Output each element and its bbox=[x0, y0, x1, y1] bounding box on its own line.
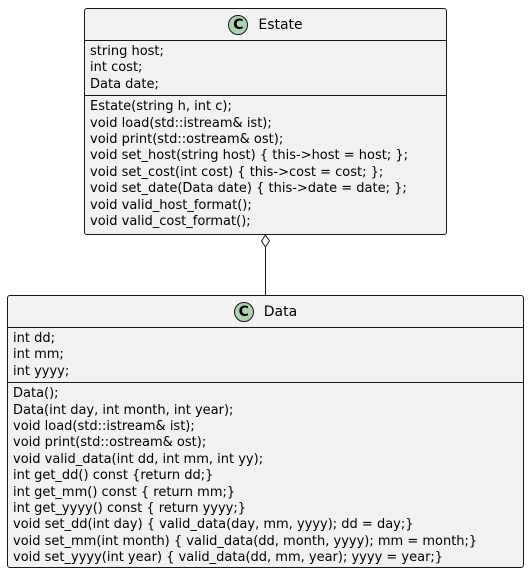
method: void set_yyyy(int year) { valid_data(dd,… bbox=[13, 550, 444, 566]
method: void set_cost(int cost) { this->cost = c… bbox=[90, 164, 384, 180]
methods-section: Data(); Data(int day, int month, int yea… bbox=[8, 383, 523, 568]
field: int yyyy; bbox=[13, 363, 70, 379]
class-name: Estate bbox=[258, 16, 303, 33]
class-header: C Estate bbox=[85, 9, 446, 41]
method: void set_host(string host) { this->host … bbox=[90, 148, 409, 164]
method: void set_dd(int day) { valid_data(day, m… bbox=[13, 517, 414, 533]
methods-section: Estate(string h, int c); void load(std::… bbox=[85, 96, 446, 232]
class-stereotype-icon: C bbox=[233, 301, 254, 322]
class-estate[interactable]: C Estate string host; int cost; Data dat… bbox=[84, 8, 447, 235]
class-stereotype-icon: C bbox=[228, 14, 249, 35]
field: Data date; bbox=[90, 76, 159, 92]
field: int dd; bbox=[13, 331, 55, 346]
class-name: Data bbox=[263, 303, 298, 320]
method: void print(std::ostream& ost); bbox=[13, 435, 207, 451]
field: string host; bbox=[90, 44, 164, 59]
method: int get_dd() const {return dd;} bbox=[13, 468, 214, 484]
method: void valid_host_format(); bbox=[90, 197, 252, 213]
method: int get_yyyy() const { return yyyy;} bbox=[13, 501, 247, 517]
method: void print(std::ostream& ost); bbox=[90, 132, 284, 148]
field: int cost; bbox=[90, 60, 143, 76]
method: Estate(string h, int c); bbox=[90, 99, 232, 115]
method: void valid_data(int dd, int mm, int yy); bbox=[13, 451, 264, 467]
method: Data(int day, int month, int year); bbox=[13, 402, 234, 418]
field: int mm; bbox=[13, 347, 64, 363]
fields-section: int dd; int mm; int yyyy; bbox=[8, 328, 523, 384]
class-header: C Data bbox=[8, 296, 523, 328]
aggregation-diamond bbox=[260, 234, 271, 248]
method: void load(std::istream& ist); bbox=[90, 115, 272, 131]
method: void load(std::istream& ist); bbox=[13, 419, 195, 435]
method: void valid_cost_format(); bbox=[90, 214, 251, 230]
method: int get_mm() const { return mm;} bbox=[13, 484, 236, 500]
method: Data(); bbox=[13, 386, 59, 402]
class-data[interactable]: C Data int dd; int mm; int yyyy; Data();… bbox=[7, 295, 524, 568]
fields-section: string host; int cost; Data date; bbox=[85, 41, 446, 97]
method: void set_date(Data date) { this->date = … bbox=[90, 181, 407, 197]
method: void set_mm(int month) { valid_data(dd, … bbox=[13, 533, 478, 549]
